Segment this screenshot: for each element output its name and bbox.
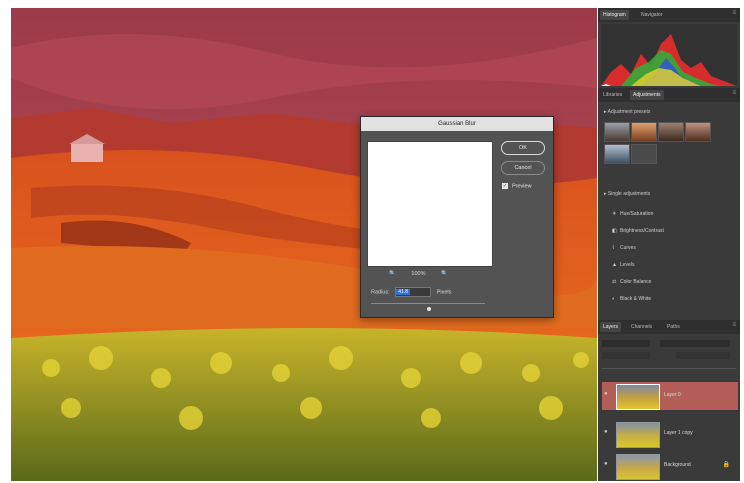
adjustment-label: Black & White bbox=[620, 296, 652, 302]
layer-name[interactable]: Background bbox=[664, 462, 691, 468]
radius-slider-track[interactable] bbox=[371, 303, 485, 304]
dialog-title[interactable]: Gaussian Blur bbox=[361, 117, 553, 131]
layer-row[interactable]: ● Background 🔒 bbox=[602, 452, 738, 480]
radius-unit: Pixels bbox=[436, 289, 452, 296]
cancel-button[interactable]: Cancel bbox=[501, 161, 545, 175]
radius-slider-handle[interactable] bbox=[427, 307, 431, 311]
radius-value: 41.8 bbox=[396, 289, 410, 295]
tab-paths[interactable]: Paths bbox=[664, 322, 683, 332]
ok-button[interactable]: OK bbox=[501, 141, 545, 155]
radius-row: Radius: 41.8 Pixels bbox=[371, 287, 451, 297]
adjustment-label: Curves bbox=[620, 245, 636, 251]
opacity-field[interactable] bbox=[676, 352, 730, 359]
layer-filter-dropdown[interactable] bbox=[602, 340, 650, 347]
tab-libraries[interactable]: Libraries bbox=[600, 90, 625, 100]
single-adjustments-section[interactable]: ▸ Single adjustments bbox=[604, 191, 650, 197]
bw-icon: ◐ bbox=[612, 296, 616, 302]
zoom-in-icon[interactable]: 🔍 bbox=[441, 271, 448, 277]
adjustment-label: Levels bbox=[620, 262, 635, 268]
curves-icon: ⌇ bbox=[612, 245, 615, 251]
blend-mode-dropdown[interactable] bbox=[602, 352, 650, 359]
radius-label: Radius: bbox=[371, 289, 390, 296]
eye-icon[interactable]: ● bbox=[604, 429, 608, 435]
layer-filter-icons[interactable] bbox=[660, 340, 730, 347]
tab-histogram[interactable]: Histogram bbox=[600, 10, 629, 20]
preset-thumbnail[interactable] bbox=[658, 122, 684, 142]
preset-thumbnail[interactable] bbox=[631, 122, 657, 142]
layers-toolbar bbox=[602, 338, 736, 369]
adjustment-item[interactable]: ▲ Levels bbox=[612, 262, 732, 274]
lock-row bbox=[602, 370, 736, 378]
adjustment-label: Brightness/Contrast bbox=[620, 228, 664, 234]
adjustment-label: Color Balance bbox=[620, 279, 652, 285]
color-balance-icon: ⚖ bbox=[612, 279, 617, 285]
right-panels: Histogram Navigator ≡ Libraries Adjustme… bbox=[598, 8, 740, 481]
adjustment-item[interactable]: ☀ Hue/Saturation bbox=[612, 211, 732, 223]
preset-more[interactable] bbox=[631, 144, 657, 164]
gaussian-blur-dialog: Gaussian Blur OK Cancel ✓ Preview 🔍 100% … bbox=[360, 116, 554, 318]
adjustment-label: Hue/Saturation bbox=[620, 211, 654, 217]
eye-icon[interactable]: ● bbox=[604, 461, 608, 467]
preview-label: Preview bbox=[512, 183, 532, 190]
preset-thumbnail[interactable] bbox=[604, 122, 630, 142]
layer-thumbnail bbox=[616, 422, 660, 448]
panel-menu-icon[interactable]: ≡ bbox=[732, 90, 736, 96]
adjustment-item[interactable]: ⚖ Color Balance bbox=[612, 279, 732, 291]
adjustment-presets-section[interactable]: ▸ Adjustment presets bbox=[604, 109, 650, 115]
layer-thumbnail bbox=[616, 454, 660, 480]
filter-preview[interactable] bbox=[367, 141, 493, 267]
panel-close-icon[interactable]: ≡ bbox=[732, 10, 736, 16]
preview-checkbox[interactable]: ✓ Preview bbox=[502, 183, 532, 189]
panel-menu-icon[interactable]: ≡ bbox=[732, 322, 736, 328]
tab-layers[interactable]: Layers bbox=[600, 322, 622, 332]
brightness-contrast-icon: ☀ bbox=[612, 211, 617, 217]
histogram-graph bbox=[601, 24, 737, 86]
adjustment-item[interactable]: ⌇ Curves bbox=[612, 245, 732, 257]
checkmark-icon: ✓ bbox=[502, 183, 508, 189]
preset-thumbnail[interactable] bbox=[604, 144, 630, 164]
adjustment-item[interactable]: ◧ Brightness/Contrast bbox=[612, 228, 732, 240]
layer-name[interactable]: Layer 0 bbox=[664, 392, 681, 398]
layer-row-selected[interactable]: ● Layer 0 bbox=[602, 382, 738, 410]
histogram-icon bbox=[601, 34, 737, 86]
layer-row[interactable]: ● Layer 1 copy bbox=[602, 420, 738, 448]
preset-thumbnail[interactable] bbox=[685, 122, 711, 142]
adjustment-item[interactable]: ◐ Black & White bbox=[612, 296, 732, 308]
layer-thumbnail bbox=[616, 384, 660, 410]
levels-icon: ◧ bbox=[612, 228, 617, 234]
levels-icon: ▲ bbox=[612, 262, 617, 268]
layers-panel-header: Layers Channels Paths ≡ bbox=[598, 320, 740, 334]
tab-channels[interactable]: Channels bbox=[628, 322, 655, 332]
zoom-out-icon[interactable]: 🔍 bbox=[389, 271, 396, 277]
single-adjustments-label: Single adjustments bbox=[607, 191, 651, 197]
zoom-row: 🔍 100% 🔍 bbox=[389, 271, 448, 277]
tab-adjustments[interactable]: Adjustments bbox=[630, 90, 664, 100]
adjustment-presets-label: Adjustment presets bbox=[607, 109, 651, 115]
adjustments-panel-header: Libraries Adjustments ≡ bbox=[598, 88, 740, 102]
histogram-panel-header: Histogram Navigator ≡ bbox=[598, 8, 740, 22]
layer-name[interactable]: Layer 1 copy bbox=[664, 430, 693, 436]
lock-icon: 🔒 bbox=[722, 462, 730, 468]
eye-icon[interactable]: ● bbox=[604, 391, 608, 397]
radius-input[interactable]: 41.8 bbox=[395, 287, 432, 297]
zoom-level: 100% bbox=[411, 271, 426, 277]
tab-navigator[interactable]: Navigator bbox=[638, 10, 665, 20]
